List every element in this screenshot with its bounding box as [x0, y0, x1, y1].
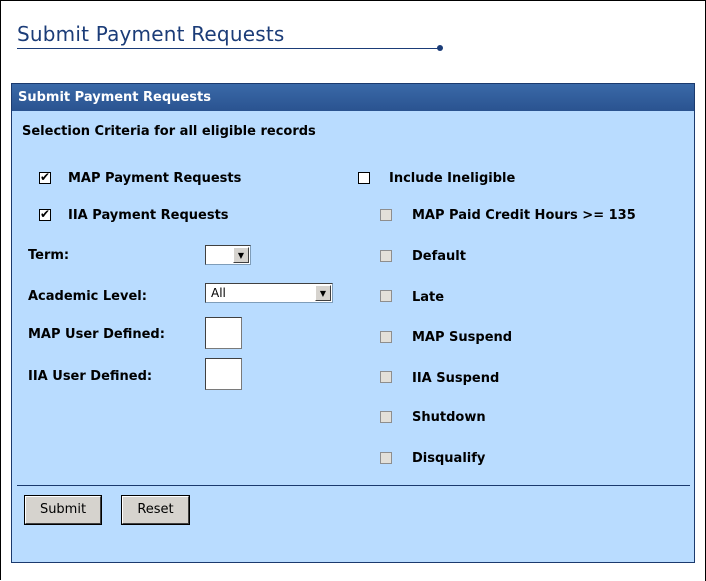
- chevron-down-icon[interactable]: ▼: [233, 247, 249, 263]
- late-checkbox[interactable]: [380, 290, 392, 302]
- default-checkbox[interactable]: [380, 250, 392, 262]
- iia-user-defined-input[interactable]: [205, 358, 242, 390]
- term-label: Term:: [28, 248, 70, 263]
- term-select[interactable]: ▼: [205, 245, 251, 265]
- map-user-defined-label: MAP User Defined:: [28, 327, 165, 342]
- map-paid-credit-hours-label: MAP Paid Credit Hours >= 135: [412, 208, 636, 223]
- page-title: Submit Payment Requests: [17, 22, 285, 46]
- criteria-label: Selection Criteria for all eligible reco…: [22, 124, 316, 139]
- iia-suspend-checkbox[interactable]: [380, 371, 392, 383]
- shutdown-checkbox[interactable]: [380, 411, 392, 423]
- iia-payment-requests-label: IIA Payment Requests: [68, 208, 229, 223]
- academic-level-select[interactable]: All ▼: [205, 283, 333, 303]
- include-ineligible-label: Include Ineligible: [389, 171, 516, 186]
- submit-payment-panel: Submit Payment Requests Selection Criter…: [11, 83, 695, 563]
- disqualify-label: Disqualify: [412, 451, 486, 466]
- map-payment-requests-checkbox[interactable]: [39, 170, 51, 184]
- disqualify-checkbox[interactable]: [380, 452, 392, 464]
- late-label: Late: [412, 290, 445, 305]
- map-suspend-label: MAP Suspend: [412, 330, 513, 345]
- submit-button[interactable]: Submit: [24, 495, 102, 525]
- map-suspend-checkbox[interactable]: [380, 331, 392, 343]
- iia-payment-requests-checkbox[interactable]: [39, 207, 51, 221]
- title-underline: [17, 48, 440, 49]
- academic-level-label: Academic Level:: [28, 289, 147, 304]
- map-payment-requests-label: MAP Payment Requests: [68, 171, 242, 186]
- title-underline-dot: [437, 45, 443, 51]
- include-ineligible-checkbox[interactable]: [358, 172, 370, 184]
- panel-header: Submit Payment Requests: [12, 84, 694, 111]
- default-label: Default: [412, 249, 466, 264]
- form-divider: [17, 485, 690, 486]
- iia-user-defined-label: IIA User Defined:: [28, 369, 153, 384]
- shutdown-label: Shutdown: [412, 410, 486, 425]
- academic-level-value: All: [211, 286, 226, 300]
- chevron-down-icon[interactable]: ▼: [315, 285, 331, 301]
- map-user-defined-input[interactable]: [205, 317, 242, 349]
- iia-suspend-label: IIA Suspend: [412, 371, 500, 386]
- map-paid-credit-hours-checkbox[interactable]: [380, 209, 392, 221]
- reset-button[interactable]: Reset: [121, 495, 190, 525]
